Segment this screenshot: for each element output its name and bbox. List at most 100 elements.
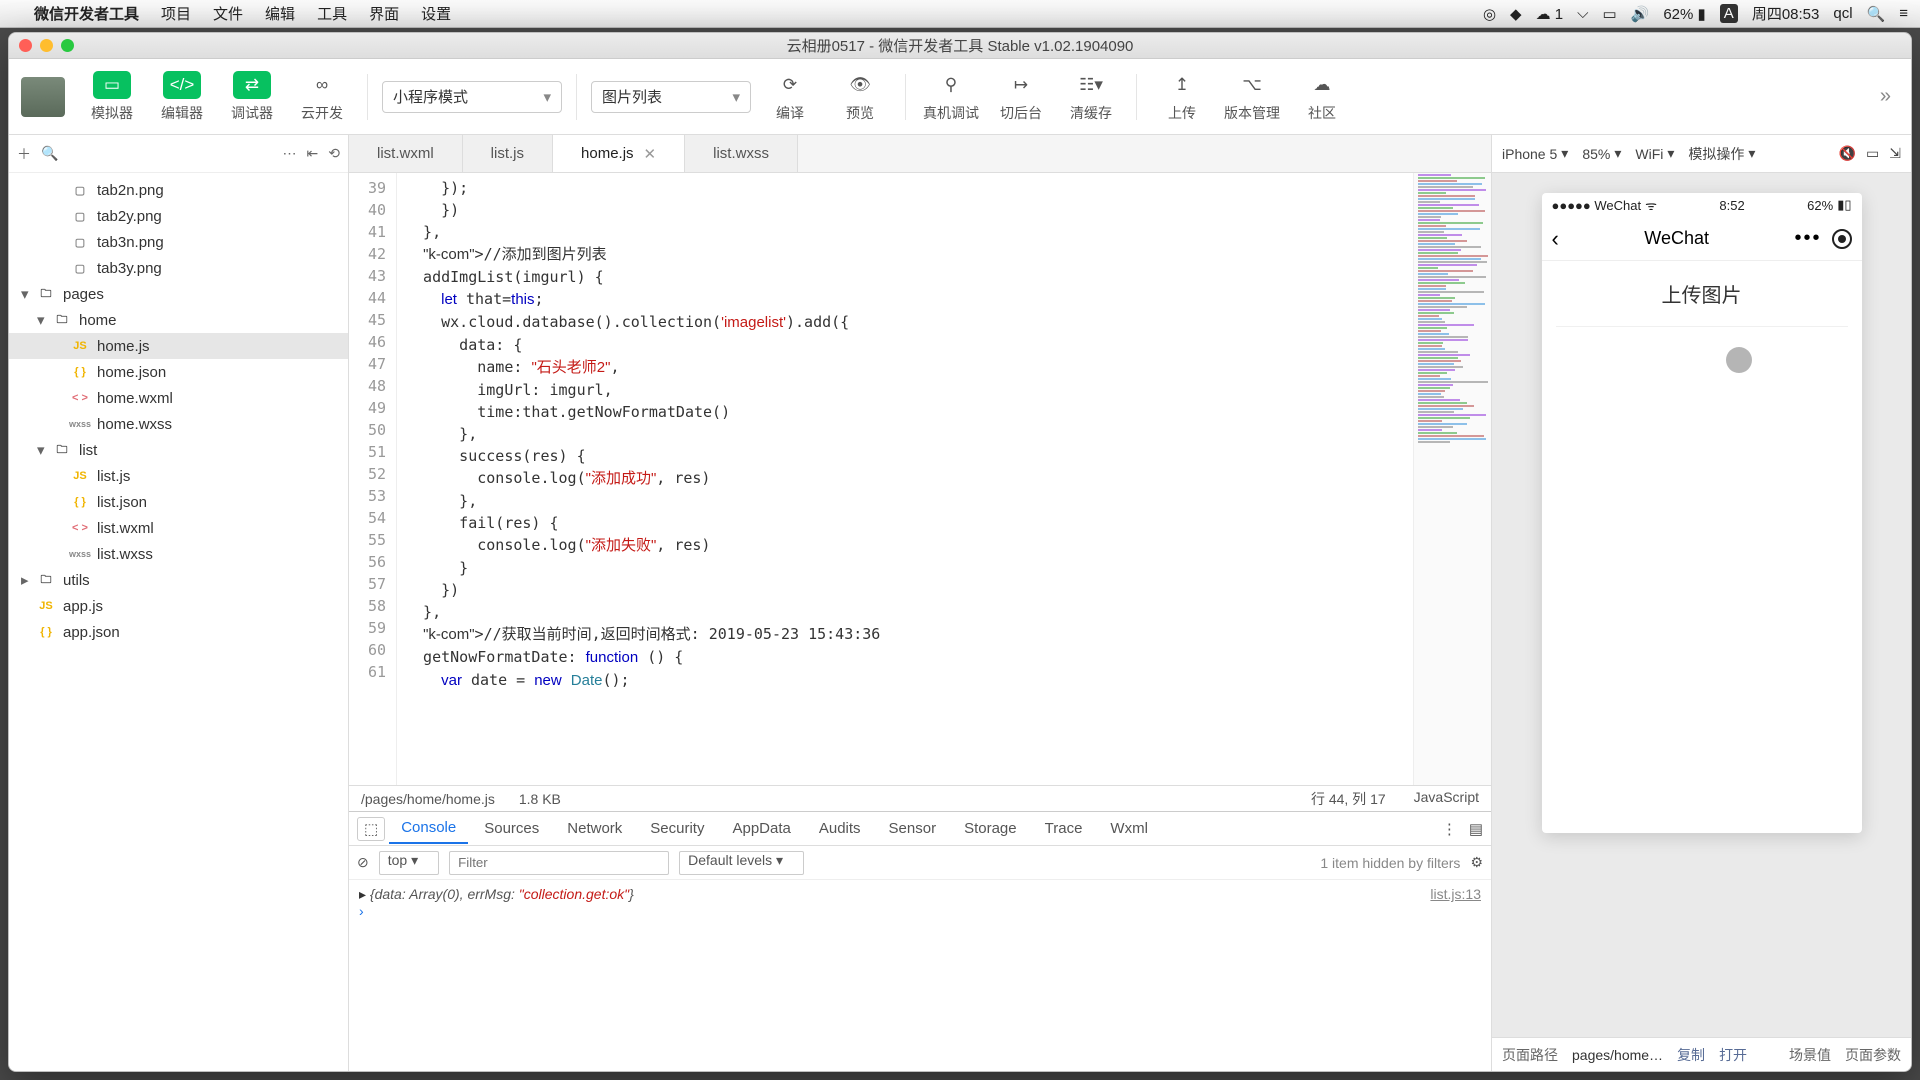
file-tree-item[interactable]: ▸🗀utils — [9, 567, 348, 593]
debugger-button[interactable]: ⇄调试器 — [221, 67, 283, 127]
devtools-tab[interactable]: Audits — [807, 814, 873, 843]
close-window-button[interactable] — [19, 39, 32, 52]
code-area[interactable]: }); }) }, "k-com">//添加到图片列表 addImgList(i… — [397, 173, 1413, 785]
detach-icon[interactable]: ⇲ — [1889, 145, 1901, 162]
file-tree-item[interactable]: { }home.json — [9, 359, 348, 385]
tray-icon[interactable]: ◎ — [1483, 5, 1496, 23]
app-name[interactable]: 微信开发者工具 — [34, 3, 139, 24]
compile-button[interactable]: ⟳编译 — [759, 67, 821, 127]
remote-debug-button[interactable]: ⚲真机调试 — [920, 67, 982, 127]
page-select[interactable]: 图片列表 — [591, 81, 751, 113]
mute-icon[interactable]: 🔇 — [1839, 145, 1856, 162]
copy-path-link[interactable]: 复制 — [1677, 1045, 1705, 1065]
search-icon[interactable]: 🔍 — [41, 145, 58, 162]
inspect-icon[interactable]: ⬚ — [357, 817, 385, 841]
cloud-button[interactable]: ∞云开发 — [291, 67, 353, 127]
capsule-menu-icon[interactable]: ••• — [1794, 227, 1821, 250]
menu-ui[interactable]: 界面 — [369, 3, 399, 24]
devtools-tab[interactable]: Network — [555, 814, 634, 843]
editor-button[interactable]: </>编辑器 — [151, 67, 213, 127]
dt-settings-icon[interactable]: ▤ — [1469, 820, 1483, 838]
console-settings-icon[interactable]: ⚙ — [1470, 854, 1483, 871]
devtools-tab[interactable]: Console — [389, 813, 468, 844]
refresh-icon[interactable]: ⟲ — [328, 145, 340, 162]
context-select[interactable]: top ▾ — [379, 851, 439, 875]
sim-ops-select[interactable]: 模拟操作 ▾ — [1688, 144, 1755, 164]
new-file-icon[interactable]: ＋ — [17, 144, 31, 164]
devtools-tab[interactable]: AppData — [720, 814, 802, 843]
console-output[interactable]: ▸ {data: Array(0), errMsg: "collection.g… — [349, 880, 1491, 1071]
close-tab-icon[interactable]: ✕ — [644, 145, 657, 163]
display-icon[interactable]: ▭ — [1602, 5, 1616, 23]
page-params[interactable]: 页面参数 — [1845, 1045, 1901, 1065]
forum-button[interactable]: ☁社区 — [1291, 67, 1353, 127]
file-tree-item[interactable]: { }app.json — [9, 619, 348, 645]
file-tree-item[interactable]: { }list.json — [9, 489, 348, 515]
file-tree-item[interactable]: ▾🗀pages — [9, 281, 348, 307]
file-tree-item[interactable]: ▢tab3y.png — [9, 255, 348, 281]
preview-button[interactable]: 👁预览 — [829, 67, 891, 127]
log-level-select[interactable]: Default levels ▾ — [679, 851, 804, 875]
menu-file[interactable]: 文件 — [213, 3, 243, 24]
file-tree-item[interactable]: ▢tab2n.png — [9, 177, 348, 203]
input-method-icon[interactable]: A — [1720, 4, 1738, 23]
editor-tab[interactable]: list.wxss — [685, 135, 798, 172]
file-tree-item[interactable]: ▾🗀home — [9, 307, 348, 333]
minimize-window-button[interactable] — [40, 39, 53, 52]
rotate-icon[interactable]: ▭ — [1866, 145, 1879, 162]
file-tree-item[interactable]: < >home.wxml — [9, 385, 348, 411]
file-tree-item[interactable]: JSapp.js — [9, 593, 348, 619]
tray-icon[interactable]: ◆ — [1510, 5, 1522, 23]
network-select[interactable]: WiFi ▾ — [1635, 145, 1674, 162]
menu-tool[interactable]: 工具 — [317, 3, 347, 24]
menu-project[interactable]: 项目 — [161, 3, 191, 24]
devtools-tab[interactable]: Trace — [1033, 814, 1095, 843]
background-button[interactable]: ↦切后台 — [990, 67, 1052, 127]
language-mode[interactable]: JavaScript — [1414, 789, 1479, 809]
file-tree-item[interactable]: ▢tab2y.png — [9, 203, 348, 229]
clear-console-icon[interactable]: ⊘ — [357, 854, 369, 871]
file-tree-item[interactable]: ▾🗀list — [9, 437, 348, 463]
file-tree-item[interactable]: JSlist.js — [9, 463, 348, 489]
menu-settings[interactable]: 设置 — [421, 3, 451, 24]
code-editor[interactable]: 39 40 41 42 43 44 45 46 47 48 49 50 51 5… — [349, 173, 1491, 785]
devtools-tab[interactable]: Sensor — [877, 814, 949, 843]
devtools-tab[interactable]: Security — [638, 814, 716, 843]
wechat-tray-icon[interactable]: ☁ 1 — [1536, 5, 1564, 23]
phone-page[interactable]: 上传图片 — [1542, 261, 1862, 833]
user-menu[interactable]: qcl — [1833, 5, 1852, 22]
scene-value[interactable]: 场景值 — [1789, 1045, 1831, 1065]
menu-edit[interactable]: 编辑 — [265, 3, 295, 24]
capsule-close-icon[interactable] — [1832, 229, 1852, 249]
volume-icon[interactable]: 🔊 — [1631, 5, 1650, 23]
simulator-button[interactable]: ▭模拟器 — [81, 67, 143, 127]
version-button[interactable]: ⌥版本管理 — [1221, 67, 1283, 127]
clear-cache-button[interactable]: ☷▾清缓存 — [1060, 67, 1122, 127]
wifi-icon[interactable]: ⌵ — [1577, 5, 1588, 22]
upload-button[interactable]: ↥上传 — [1151, 67, 1213, 127]
back-icon[interactable]: ‹ — [1552, 226, 1559, 252]
editor-tab[interactable]: home.js✕ — [553, 135, 685, 172]
toolbar-overflow-icon[interactable]: » — [1872, 77, 1899, 116]
notifications-icon[interactable]: ≡ — [1899, 5, 1908, 22]
dt-more-icon[interactable]: ⋮ — [1442, 820, 1457, 838]
devtools-tab[interactable]: Sources — [472, 814, 551, 843]
file-tree-item[interactable]: wxsshome.wxss — [9, 411, 348, 437]
zoom-select[interactable]: 85% ▾ — [1582, 145, 1621, 162]
devtools-tab[interactable]: Storage — [952, 814, 1029, 843]
editor-tab[interactable]: list.js — [463, 135, 553, 172]
project-thumbnail[interactable] — [21, 77, 65, 117]
device-select[interactable]: iPhone 5 ▾ — [1502, 145, 1568, 162]
file-tree-item[interactable]: < >list.wxml — [9, 515, 348, 541]
clock[interactable]: 周四08:53 — [1752, 3, 1820, 24]
file-tree-item[interactable]: wxsslist.wxss — [9, 541, 348, 567]
spotlight-icon[interactable]: 🔍 — [1867, 5, 1886, 23]
collapse-icon[interactable]: ⇤ — [307, 145, 319, 162]
file-tree[interactable]: ▢tab2n.png▢tab2y.png▢tab3n.png▢tab3y.png… — [9, 173, 348, 1071]
minimap[interactable] — [1413, 173, 1491, 785]
file-tree-item[interactable]: ▢tab3n.png — [9, 229, 348, 255]
maximize-window-button[interactable] — [61, 39, 74, 52]
mode-select[interactable]: 小程序模式 — [382, 81, 562, 113]
log-source-link[interactable]: list.js:13 — [1430, 886, 1481, 903]
devtools-tab[interactable]: Wxml — [1098, 814, 1160, 843]
